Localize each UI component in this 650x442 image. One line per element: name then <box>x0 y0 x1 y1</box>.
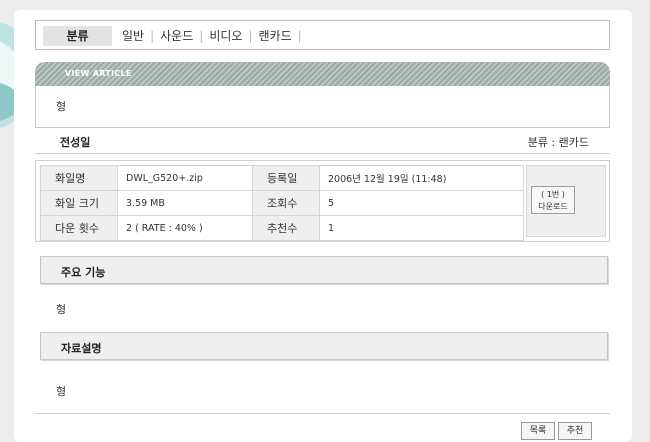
filename-label: 화일명 <box>40 165 118 191</box>
category-separator: | <box>297 29 302 43</box>
category-bar: 분류 일반 | 사운드 | 비디오 | 랜카드 | <box>35 20 610 50</box>
category-item-video[interactable]: 비디오 <box>209 29 242 43</box>
filename-value: DWL_G520+.zip <box>117 165 253 191</box>
category-item-sound[interactable]: 사운드 <box>160 29 193 43</box>
table-row: 다운 횟수 2 ( RATE : 40% ) 추천수 1 <box>40 215 524 241</box>
category-separator: | <box>199 29 204 43</box>
category-separator: | <box>248 29 253 43</box>
table-row: 화일 크기 3.59 MB 조회수 5 <box>40 190 524 216</box>
article-title: 형 <box>56 100 67 113</box>
category-title: 분류 <box>43 26 112 46</box>
download-label: 다운로드 <box>538 202 568 211</box>
category-list: 일반 | 사운드 | 비디오 | 랜카드 | <box>122 21 308 51</box>
downloads-value: 2 ( RATE : 40% ) <box>117 215 253 241</box>
category-separator: | <box>150 29 155 43</box>
view-article-header: VIEW ARTICLE <box>35 62 610 86</box>
recommend-button[interactable]: 추천 <box>558 422 592 440</box>
views-label: 조회수 <box>252 190 320 216</box>
download-count: ( 1번 ) <box>541 190 565 199</box>
category-item-lancard[interactable]: 랜카드 <box>258 29 291 43</box>
description-title: 자료설명 <box>61 342 102 355</box>
date-label: 등록일 <box>252 165 320 191</box>
recommend-value: 1 <box>319 215 524 241</box>
features-section-header: 주요 기능 <box>40 256 608 284</box>
downloads-label: 다운 횟수 <box>40 215 118 241</box>
file-info-table: 화일명 DWL_G520+.zip 등록일 2006년 12월 19일 (11:… <box>35 160 610 242</box>
article-author: 전성일 <box>60 136 91 149</box>
views-value: 5 <box>319 190 524 216</box>
article-category: 분류 : 랜카드 <box>527 136 589 149</box>
list-button[interactable]: 목록 <box>521 422 555 440</box>
download-cell: ( 1번 ) 다운로드 <box>526 165 606 237</box>
download-button[interactable]: ( 1번 ) 다운로드 <box>531 186 575 214</box>
divider <box>35 153 610 154</box>
category-item-general[interactable]: 일반 <box>122 29 144 43</box>
divider <box>35 413 610 414</box>
filesize-label: 화일 크기 <box>40 190 118 216</box>
recommend-label: 추천수 <box>252 215 320 241</box>
article-title-box: 형 <box>35 86 610 128</box>
view-article-label: VIEW ARTICLE <box>65 69 132 78</box>
features-title: 주요 기능 <box>61 266 106 279</box>
filesize-value: 3.59 MB <box>117 190 253 216</box>
features-body: 형 <box>56 303 67 316</box>
article-page: 분류 일반 | 사운드 | 비디오 | 랜카드 | VIEW ARTICLE 형 전성일 분류… <box>14 10 632 442</box>
date-value: 2006년 12월 19일 (11:48) <box>319 165 524 191</box>
description-section-header: 자료설명 <box>40 332 608 360</box>
description-body: 형 <box>56 385 67 398</box>
table-row: 화일명 DWL_G520+.zip 등록일 2006년 12월 19일 (11:… <box>40 165 524 191</box>
